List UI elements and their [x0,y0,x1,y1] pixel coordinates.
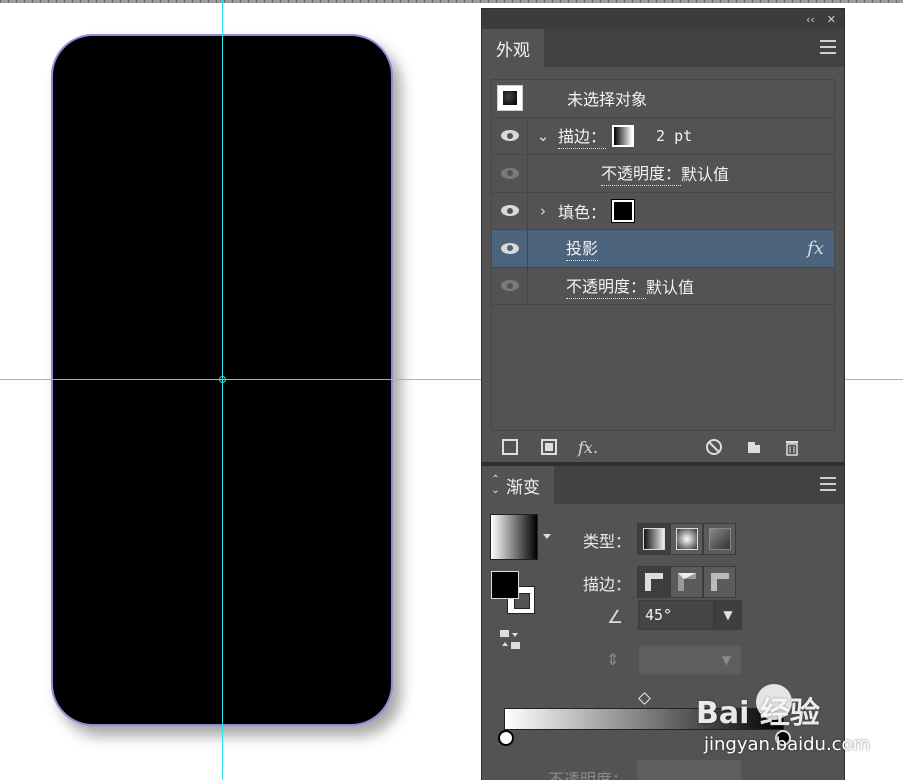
angle-icon: ∠ [607,607,624,628]
vertical-guide[interactable] [222,0,223,780]
watermark-url: jingyan.baidu.com [704,734,871,755]
center-point [219,376,226,383]
panel-menu-icon[interactable] [820,477,836,491]
gradient-dropdown-icon[interactable] [543,534,551,539]
stroke-gradient-group [637,566,736,598]
fill-color-swatch[interactable] [491,571,519,599]
tab-gradient[interactable]: ⌃⌄ 渐变 [482,466,554,504]
fx-icon[interactable]: fx. [578,438,598,458]
opacity-label[interactable]: 不透明度： [566,273,647,299]
stroke-row[interactable]: ⌄ 描边： 2 pt [492,117,834,155]
freeform-gradient-button[interactable] [703,523,736,555]
opacity-value: 默认值 [681,165,730,185]
fill-row[interactable]: › 填色： [492,192,834,230]
fill-swatch[interactable] [611,198,636,223]
appearance-tabstrip: 外观 [482,29,844,67]
midpoint-diamond[interactable] [638,692,651,705]
eye-icon[interactable] [500,167,519,179]
stroke-along-button[interactable] [670,566,703,598]
opacity-value: 默认值 [646,277,695,297]
eye-icon[interactable] [500,205,519,217]
object-thumbnail [497,85,523,112]
aspect-ratio-input: ▼ [638,645,742,675]
linear-gradient-button[interactable] [637,523,670,555]
appearance-list: 未选择对象 ⌄ 描边： 2 pt 不透明度： 默认值 › 填色： 投影 fx 不… [491,79,835,431]
watermark-logo: Bai 经验 [696,696,820,731]
drop-shadow-label[interactable]: 投影 [566,235,599,262]
close-icon[interactable]: ✕ [827,13,836,26]
stroke-label[interactable]: 描边： [558,123,607,149]
radial-gradient-button[interactable] [670,523,703,555]
collapse-panels-icon[interactable]: ‹‹ [806,13,815,26]
tab-expand-icon[interactable]: ⌃⌄ [490,474,501,496]
eye-icon[interactable] [500,242,519,254]
aspect-ratio-icon: ⇕ [606,650,620,669]
drop-shadow-row[interactable]: 投影 fx [492,230,834,268]
type-label: 类型： [583,532,632,551]
eye-icon[interactable] [500,130,519,142]
gradient-preview-swatch[interactable] [490,514,538,560]
angle-input[interactable]: 45° [638,600,714,630]
fill-label: 填色： [558,202,607,222]
gradient-opacity-label: 不透明度： [548,770,629,780]
object-opacity-row[interactable]: 不透明度： 默认值 [492,267,834,305]
stroke-within-button[interactable] [637,566,670,598]
stroke-opacity-row[interactable]: 不透明度： 默认值 [492,155,834,193]
baidu-watermark: Bai 经验 jingyan.baidu.com [688,684,888,764]
stroke-across-button[interactable] [703,566,736,598]
new-stroke-icon[interactable] [500,438,520,458]
gradient-tabstrip: ⌃⌄ 渐变 [482,466,844,504]
no-selection-label: 未选择对象 [567,90,648,110]
panel-topbar: ‹‹ ✕ [482,9,844,29]
chevron-down-icon[interactable]: ⌄ [528,127,558,145]
eye-icon[interactable] [500,280,519,292]
panel-menu-icon[interactable] [820,40,836,54]
stroke-swatch[interactable] [612,124,635,147]
chevron-down-icon[interactable]: ▼ [714,600,742,630]
reverse-gradient-icon[interactable] [499,629,521,655]
appearance-toolbar: fx. [482,435,844,463]
tab-appearance[interactable]: 外观 [482,29,544,67]
stroke-weight[interactable]: 2 pt [656,127,692,145]
opacity-label[interactable]: 不透明度： [601,160,682,187]
chevron-right-icon[interactable]: › [528,202,558,220]
fx-icon[interactable]: fx [807,238,824,259]
top-ruler [0,0,903,3]
appearance-header-row: 未选择对象 [492,80,834,118]
trash-icon[interactable] [782,438,802,458]
panels-dock: ‹‹ ✕ 外观 未选择对象 ⌄ 描边： 2 pt 不透明度： 默认值 › 填色： [481,8,845,780]
new-fill-icon[interactable] [539,438,559,458]
duplicate-icon[interactable] [744,438,764,458]
gradient-stop-white[interactable] [498,730,514,746]
gradient-type-group [637,523,736,555]
clear-icon[interactable] [704,438,724,458]
stroke-gradient-label: 描边： [583,575,632,594]
